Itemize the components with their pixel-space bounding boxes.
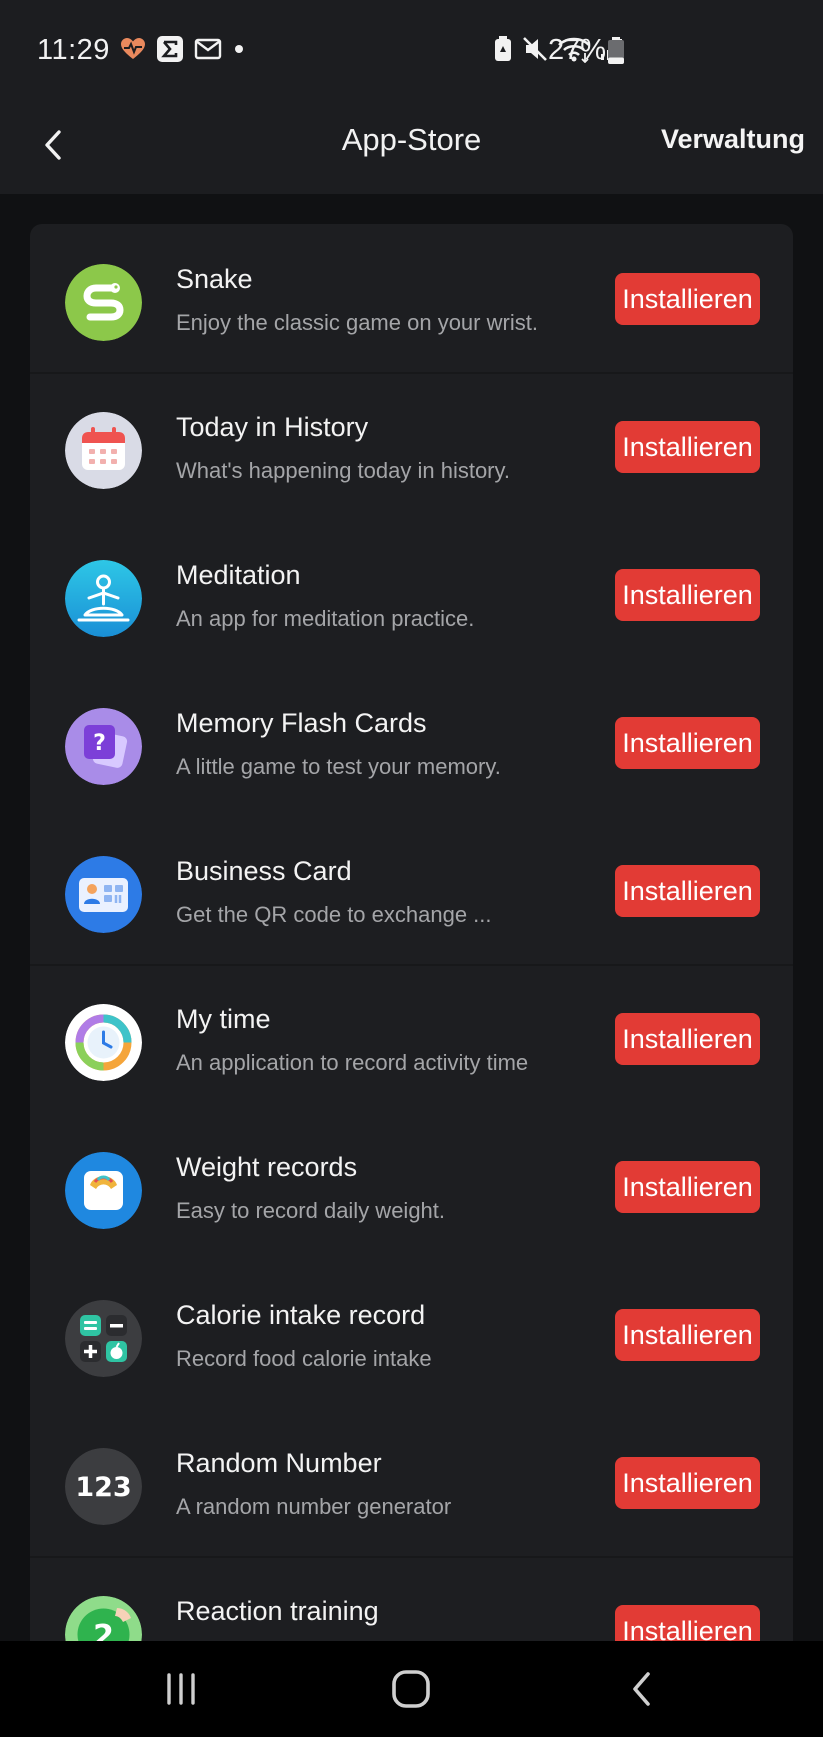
system-back-button[interactable]: [601, 1659, 681, 1719]
business-card-app-icon: [65, 856, 142, 933]
status-bar: 11:29 27%: [0, 0, 823, 100]
list-item[interactable]: ? Memory Flash Cards A little game to te…: [30, 668, 793, 816]
app-name: Snake: [176, 264, 253, 294]
install-button-memory-flash-cards[interactable]: Installieren: [615, 717, 760, 769]
install-button-today-in-history[interactable]: Installieren: [615, 421, 760, 473]
install-button-business-card[interactable]: Installieren: [615, 865, 760, 917]
chevron-left-icon: [45, 130, 61, 160]
app-name: Reaction training: [176, 1596, 379, 1626]
scale-app-icon: [65, 1152, 142, 1229]
system-navigation-bar: [0, 1641, 823, 1737]
app-name: Memory Flash Cards: [176, 708, 427, 738]
back-button[interactable]: [28, 120, 78, 170]
list-item[interactable]: Today in History What's happening today …: [30, 372, 793, 520]
app-name: Calorie intake record: [176, 1300, 426, 1330]
svg-text:?: ?: [93, 731, 106, 756]
battery-icon: [607, 37, 625, 70]
app-description: Record food calorie intake: [176, 1346, 432, 1371]
app-description: An app for meditation practice.: [176, 606, 475, 631]
heart-rate-icon: [120, 37, 146, 66]
notification-icons: [120, 35, 246, 68]
back-icon: [633, 1672, 650, 1706]
install-button-calorie-intake-record[interactable]: Installieren: [615, 1309, 760, 1361]
divider: [30, 372, 793, 374]
app-description: Get the QR code to exchange ...: [176, 902, 492, 927]
app-name: Meditation: [176, 560, 301, 590]
recent-apps-button[interactable]: [141, 1659, 221, 1719]
snake-app-icon: [65, 264, 142, 341]
random-number-app-icon: 123: [65, 1448, 142, 1525]
reaction-icon-text: 2: [93, 1619, 114, 1641]
mail-icon: [194, 38, 222, 65]
install-button-snake[interactable]: Installieren: [615, 273, 760, 325]
reaction-app-icon: 2: [65, 1596, 142, 1641]
calendar-app-icon: [65, 412, 142, 489]
divider: [30, 1556, 793, 1558]
app-name: My time: [176, 1004, 271, 1034]
list-item[interactable]: 2 Reaction training Installieren: [30, 1556, 793, 1641]
app-name: Weight records: [176, 1152, 358, 1182]
status-time: 11:29: [37, 34, 110, 66]
home-button[interactable]: [371, 1659, 451, 1719]
app-list: Snake Enjoy the classic game on your wri…: [30, 224, 793, 1641]
battery-percent: 27%: [548, 34, 607, 66]
recent-apps-icon: [167, 1673, 195, 1705]
app-description: What's happening today in history.: [176, 458, 510, 483]
home-icon: [392, 1670, 430, 1708]
flash-cards-app-icon: ?: [65, 708, 142, 785]
list-item[interactable]: 123 Random Number A random number genera…: [30, 1408, 793, 1556]
app-description: Enjoy the classic game on your wrist.: [176, 310, 538, 335]
random-number-icon-text: 123: [75, 1472, 131, 1503]
list-item[interactable]: My time An application to record activit…: [30, 964, 793, 1112]
app-description: A random number generator: [176, 1494, 452, 1519]
install-button-my-time[interactable]: Installieren: [615, 1013, 760, 1065]
app-name: Random Number: [176, 1448, 382, 1478]
install-button-weight-records[interactable]: Installieren: [615, 1161, 760, 1213]
app-name: Business Card: [176, 856, 352, 886]
list-item[interactable]: Business Card Get the QR code to exchang…: [30, 816, 793, 964]
app-list-scroll[interactable]: Snake Enjoy the classic game on your wri…: [0, 194, 823, 1641]
mute-icon: [521, 35, 549, 68]
manage-button[interactable]: Verwaltung: [661, 124, 805, 155]
meditation-app-icon: [65, 560, 142, 637]
sigma-app-icon: [156, 35, 184, 68]
battery-saver-icon: [493, 35, 513, 68]
install-button-meditation[interactable]: Installieren: [615, 569, 760, 621]
install-button-random-number[interactable]: Installieren: [615, 1457, 760, 1509]
dot-icon: [232, 42, 246, 61]
app-description: An application to record activity time: [176, 1050, 529, 1075]
app-description: A little game to test your memory.: [176, 754, 501, 779]
list-item[interactable]: Weight records Easy to record daily weig…: [30, 1112, 793, 1260]
app-bar: App-Store Verwaltung: [0, 100, 823, 194]
clock-app-icon: [65, 1004, 142, 1081]
list-item[interactable]: Snake Enjoy the classic game on your wri…: [30, 224, 793, 372]
app-description: Easy to record daily weight.: [176, 1198, 446, 1223]
list-item[interactable]: Calorie intake record Record food calori…: [30, 1260, 793, 1408]
app-name: Today in History: [176, 412, 369, 442]
install-button-reaction-training[interactable]: Installieren: [615, 1605, 760, 1641]
divider: [30, 964, 793, 966]
calorie-app-icon: [65, 1300, 142, 1377]
list-item[interactable]: Meditation An app for meditation practic…: [30, 520, 793, 668]
